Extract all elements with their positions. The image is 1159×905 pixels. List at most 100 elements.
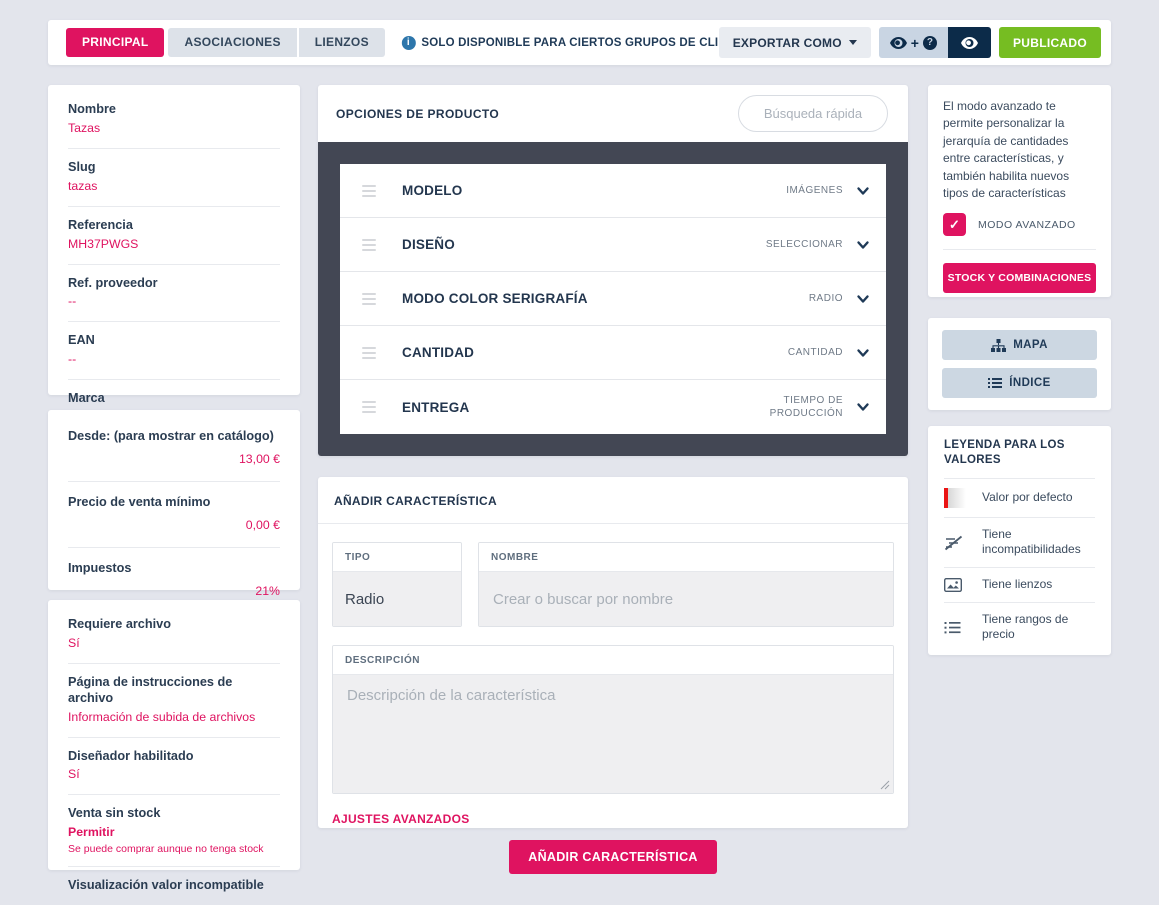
legend-item-default-value: Valor por defecto [944,478,1095,517]
drag-handle-icon[interactable] [362,347,376,359]
drag-handle-icon[interactable] [362,239,376,251]
field-label: Slug [68,160,280,176]
chevron-down-icon[interactable] [856,400,870,414]
field-label: Marca [68,391,280,407]
drag-handle-icon[interactable] [362,401,376,413]
advanced-mode-description: El modo avanzado te permite personalizar… [943,98,1096,202]
preview-add-help-button[interactable]: + ? [879,27,948,58]
option-row-entrega[interactable]: ENTREGA TIEMPO DE PRODUCCIÓN [340,380,886,434]
drag-handle-icon[interactable] [362,293,376,305]
price-row-minimo: Precio de venta mínimo 0,00 € [68,482,280,548]
quick-search-input[interactable] [738,95,888,132]
info-row-slug: Slug tazas [68,149,280,207]
add-feature-card: AÑADIR CARACTERÍSTICA TIPO Radio NOMBRE … [318,477,908,828]
field-value: Tazas [68,121,280,137]
chevron-down-icon[interactable] [856,292,870,306]
tab-principal[interactable]: PRINCIPAL [66,28,164,57]
values-legend-card: LEYENDA PARA LOS VALORES Valor por defec… [928,426,1111,655]
option-row-modo-color-serigrafia[interactable]: MODO COLOR SERIGRAFÍA RADIO [340,272,886,326]
nombre-input[interactable] [479,572,893,626]
option-type-label: RADIO [809,292,843,306]
field-label: Impuestos [68,561,280,577]
drag-handle-icon[interactable] [362,185,376,197]
option-row-cantidad[interactable]: CANTIDAD CANTIDAD [340,326,886,380]
legend-title: LEYENDA PARA LOS VALORES [944,438,1095,478]
file-settings-card: Requiere archivo Sí Página de instruccio… [48,600,300,870]
field-value: Sí [68,636,280,652]
field-label: Nombre [68,102,280,118]
customer-group-notice: i SOLO DISPONIBLE PARA CIERTOS GRUPOS DE… [401,36,757,50]
tab-bar: PRINCIPAL ASOCIACIONES LIENZOS [66,28,385,57]
advanced-mode-card: El modo avanzado te permite personalizar… [928,85,1111,297]
field-label: Precio de venta mínimo [68,495,280,511]
field-value: 13,00 € [68,452,280,468]
field-value: tazas [68,179,280,195]
field-label: Diseñador habilitado [68,749,280,765]
chevron-down-icon[interactable] [856,238,870,252]
option-row-modelo[interactable]: MODELO IMÁGENES [340,164,886,218]
info-row-referencia: Referencia MH37PWGS [68,207,280,265]
legend-item-incompatibilities: Tiene incompatibilidades [944,517,1095,567]
chevron-down-icon [849,40,857,45]
export-as-button[interactable]: EXPORTAR COMO [719,27,871,58]
setting-row-requiere-archivo: Requiere archivo Sí [68,606,280,664]
tipo-selected-value[interactable]: Radio [333,572,461,626]
option-type-label: TIEMPO DE PRODUCCIÓN [751,394,843,421]
field-label: Desde: (para mostrar en catálogo) [68,429,280,445]
setting-row-venta-sin-stock: Venta sin stock Permitir Se puede compra… [68,795,280,867]
map-label: MAPA [1013,339,1048,351]
product-options-title: OPCIONES DE PRODUCTO [336,107,499,121]
index-button[interactable]: ÍNDICE [942,368,1097,398]
checkbox-checked-icon[interactable]: ✓ [943,213,966,236]
advanced-mode-checkbox-row[interactable]: ✓ MODO AVANZADO [943,213,1096,236]
add-feature-button[interactable]: AÑADIR CARACTERÍSTICA [509,840,717,874]
field-value: 21% [68,584,280,600]
field-value: MH37PWGS [68,237,280,253]
notice-text: SOLO DISPONIBLE PARA CIERTOS GRUPOS DE C… [421,37,757,49]
resize-grip-icon[interactable] [880,780,890,790]
product-info-card: Nombre Tazas Slug tazas Referencia MH37P… [48,85,300,395]
tipo-select[interactable]: TIPO Radio [332,542,462,627]
setting-row-pagina-instrucciones: Página de instrucciones de archivo Infor… [68,664,280,738]
published-status-button[interactable]: PUBLICADO [999,27,1101,58]
setting-row-disenador: Diseñador habilitado Sí [68,738,280,796]
index-label: ÍNDICE [1009,377,1050,389]
legend-label: Valor por defecto [982,490,1073,506]
advanced-mode-checkbox-label: MODO AVANZADO [978,219,1076,231]
map-button[interactable]: MAPA [942,330,1097,360]
info-icon: i [401,36,415,50]
info-row-ean: EAN -- [68,322,280,380]
stock-combinations-button[interactable]: STOCK Y COMBINACIONES [943,263,1096,293]
legend-item-price-ranges: Tiene rangos de precio [944,602,1095,652]
option-name: CANTIDAD [402,345,474,360]
price-row-desde: Desde: (para mostrar en catálogo) 13,00 … [68,416,280,482]
canvas-image-icon [944,578,962,592]
legend-label: Tiene rangos de precio [982,612,1095,643]
field-value: Sí [68,767,280,783]
option-name: MODELO [402,183,462,198]
advanced-settings-link[interactable]: AJUSTES AVANZADOS [332,812,470,826]
info-row-ref-proveedor: Ref. proveedor -- [68,265,280,323]
tab-lienzos[interactable]: LIENZOS [299,28,385,57]
top-toolbar: PRINCIPAL ASOCIACIONES LIENZOS i SOLO DI… [48,20,1111,65]
descripcion-textarea[interactable] [333,675,893,793]
incompatibilities-icon [944,534,963,551]
chevron-down-icon[interactable] [856,184,870,198]
navigation-card: MAPA ÍNDICE [928,318,1111,410]
field-label: Venta sin stock [68,806,280,822]
file-instructions-link[interactable]: Información de subida de archivos [68,710,280,726]
tab-asociaciones[interactable]: ASOCIACIONES [168,28,296,57]
setting-row-visualizacion: Visualización valor incompatible [68,867,280,905]
option-name: DISEÑO [402,237,455,252]
legend-label: Tiene lienzos [982,577,1052,593]
chevron-down-icon[interactable] [856,346,870,360]
plus-icon: + [911,35,919,51]
preview-button[interactable] [948,27,991,58]
question-icon: ? [923,36,937,50]
option-row-diseno[interactable]: DISEÑO SELECCIONAR [340,218,886,272]
descripcion-label: DESCRIPCIÓN [333,646,893,675]
field-label: EAN [68,333,280,349]
add-feature-title: AÑADIR CARACTERÍSTICA [318,477,908,524]
eye-icon [961,37,978,49]
pricing-card: Desde: (para mostrar en catálogo) 13,00 … [48,410,300,590]
